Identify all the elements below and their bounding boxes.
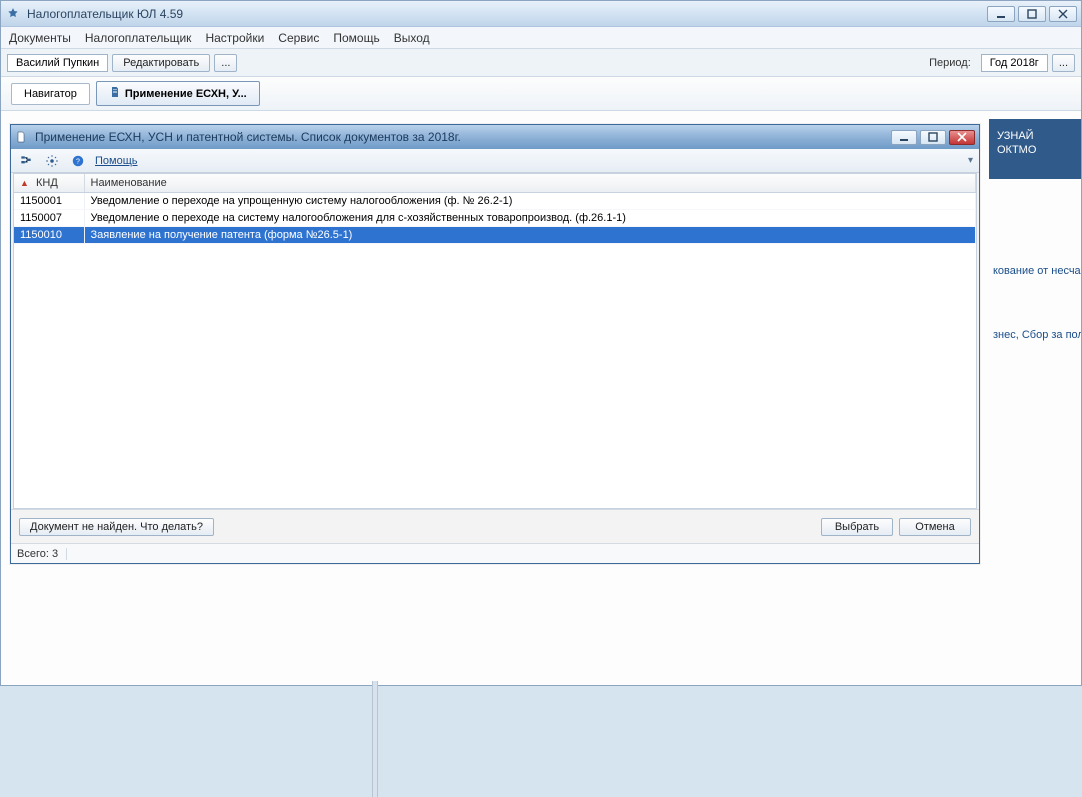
cell-name: Уведомление о переходе на систему налого…	[84, 210, 976, 227]
side-link-insurance[interactable]: кование от несчаст	[989, 261, 1081, 281]
cell-knd: 1150001	[14, 193, 84, 210]
app-icon	[5, 6, 21, 22]
tab-active-document[interactable]: Применение ЕСХН, У...	[96, 81, 260, 106]
main-titlebar[interactable]: Налогоплательщик ЮЛ 4.59	[1, 1, 1081, 27]
column-knd-label: КНД	[36, 177, 58, 189]
dialog-window-controls	[891, 130, 975, 145]
document-list-dialog: Применение ЕСХН, УСН и патентной системы…	[10, 124, 980, 564]
column-name-label: Наименование	[91, 177, 167, 189]
document-table: ▲ КНД Наименование 1150001Уведомление о …	[13, 173, 977, 509]
table-row[interactable]: 1150001Уведомление о переходе на упрощен…	[14, 193, 976, 210]
menu-taxpayer[interactable]: Налогоплательщик	[85, 31, 192, 45]
period-label: Период:	[929, 57, 971, 69]
status-total: Всего: 3	[17, 548, 67, 560]
dialog-statusbar: Всего: 3	[11, 543, 979, 563]
side-card-line2: ОКТМО	[997, 143, 1073, 157]
dialog-icon	[15, 131, 29, 143]
right-panel: УЗНАЙ ОКТМО кование от несчаст знес, Сбо…	[989, 119, 1081, 345]
toolbar-chevron-icon[interactable]: ▾	[968, 155, 973, 166]
cancel-button[interactable]: Отмена	[899, 518, 971, 536]
sort-indicator-icon: ▲	[20, 178, 29, 188]
period-more-button[interactable]: ...	[1052, 54, 1075, 72]
dialog-titlebar[interactable]: Применение ЕСХН, УСН и патентной системы…	[11, 125, 979, 149]
toolbar-spacer	[241, 62, 919, 63]
edit-button[interactable]: Редактировать	[112, 54, 210, 72]
document-icon	[109, 86, 121, 101]
dialog-maximize-button[interactable]	[920, 130, 946, 145]
app-title: Налогоплательщик ЮЛ 4.59	[27, 7, 987, 21]
main-window-controls	[987, 6, 1077, 22]
dialog-toolbar: ? Помощь ▾	[11, 149, 979, 173]
tab-navigator[interactable]: Навигатор	[11, 83, 90, 105]
user-more-button[interactable]: ...	[214, 54, 237, 72]
tab-row: Навигатор Применение ЕСХН, У...	[1, 77, 1081, 111]
dialog-footer: Документ не найден. Что делать? Выбрать …	[11, 509, 979, 543]
side-link-business[interactable]: знес, Сбор за польз	[989, 325, 1081, 345]
menu-help[interactable]: Помощь	[333, 31, 379, 45]
table-row[interactable]: 1150007Уведомление о переходе на систему…	[14, 210, 976, 227]
table-header-row: ▲ КНД Наименование	[14, 174, 976, 193]
splitter[interactable]	[372, 681, 378, 797]
menu-service[interactable]: Сервис	[278, 31, 319, 45]
dialog-close-button[interactable]	[949, 130, 975, 145]
menubar: Документы Налогоплательщик Настройки Сер…	[1, 27, 1081, 49]
side-card-oktmo[interactable]: УЗНАЙ ОКТМО	[989, 119, 1081, 179]
dialog-minimize-button[interactable]	[891, 130, 917, 145]
main-toolbar: Василий Пупкин Редактировать ... Период:…	[1, 49, 1081, 77]
main-maximize-button[interactable]	[1018, 6, 1046, 22]
svg-text:?: ?	[76, 158, 80, 165]
help-link[interactable]: Помощь	[95, 155, 138, 167]
side-card-line1: УЗНАЙ	[997, 129, 1073, 143]
cell-name: Заявление на получение патента (форма №2…	[84, 227, 976, 244]
menu-settings[interactable]: Настройки	[205, 31, 264, 45]
menu-documents[interactable]: Документы	[9, 31, 71, 45]
not-found-button[interactable]: Документ не найден. Что делать?	[19, 518, 214, 536]
cell-knd: 1150007	[14, 210, 84, 227]
user-name-box[interactable]: Василий Пупкин	[7, 54, 108, 72]
menu-exit[interactable]: Выход	[394, 31, 430, 45]
tool-tree-icon[interactable]	[17, 152, 35, 170]
main-minimize-button[interactable]	[987, 6, 1015, 22]
tool-help-icon[interactable]: ?	[69, 152, 87, 170]
tool-settings-icon[interactable]	[43, 152, 61, 170]
table-row[interactable]: 1150010Заявление на получение патента (ф…	[14, 227, 976, 244]
select-button[interactable]: Выбрать	[821, 518, 893, 536]
dialog-title: Применение ЕСХН, УСН и патентной системы…	[35, 130, 891, 144]
cell-name: Уведомление о переходе на упрощенную сис…	[84, 193, 976, 210]
main-close-button[interactable]	[1049, 6, 1077, 22]
tab-navigator-label: Навигатор	[24, 88, 77, 100]
column-name[interactable]: Наименование	[84, 174, 976, 193]
cell-knd: 1150010	[14, 227, 84, 244]
column-knd[interactable]: ▲ КНД	[14, 174, 84, 193]
period-year-box[interactable]: Год 2018г	[981, 54, 1048, 72]
tab-active-label: Применение ЕСХН, У...	[125, 88, 247, 100]
